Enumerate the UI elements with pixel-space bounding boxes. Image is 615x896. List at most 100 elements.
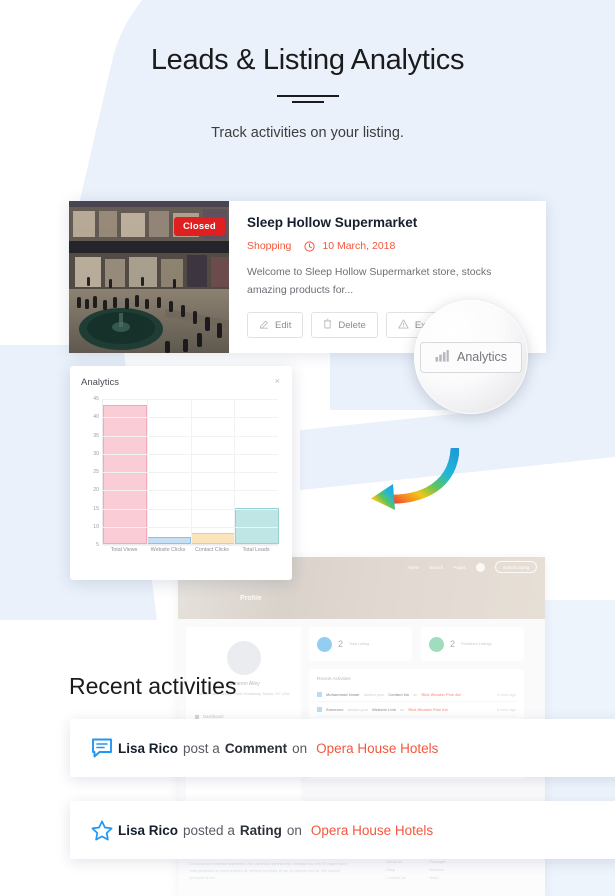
chart-vertical-gridline xyxy=(146,399,148,544)
analytics-panel-header: Analytics × xyxy=(81,377,280,389)
chart-bar[interactable] xyxy=(235,507,279,544)
close-icon[interactable]: × xyxy=(275,377,280,386)
dashboard-nav-search: Search xyxy=(429,564,444,570)
analytics-panel: Analytics × 5 10 15 20 25 30 35 40 45 Total View… xyxy=(70,366,292,580)
chart-bar[interactable] xyxy=(147,536,191,544)
chart-vertical-gridline xyxy=(190,399,192,544)
chart-x-tick: Total Views xyxy=(110,547,138,553)
dashboard-stat-number: 2 xyxy=(450,639,456,649)
chart-y-tick: 5 xyxy=(96,542,99,548)
listing-thumbnail: Closed xyxy=(69,201,229,353)
chart-x-tick: Website Clicks xyxy=(150,547,186,553)
dashboard-footer-link: › Blog xyxy=(385,868,395,872)
activity-target-link[interactable]: Opera House Hotels xyxy=(311,823,433,838)
magnifier-lens: Analytics xyxy=(414,300,528,414)
page-title: Leads & Listing Analytics xyxy=(150,44,465,76)
pencil-icon xyxy=(259,319,269,332)
chart-y-tick: 35 xyxy=(93,432,99,439)
dashboard-footer-link: › Reviews xyxy=(427,868,444,872)
activity-text: Lisa Rico posted a Rating on Opera House… xyxy=(118,823,433,838)
listing-title[interactable]: Sleep Hollow Supermarket xyxy=(247,215,530,230)
edit-button[interactable]: Edit xyxy=(247,312,304,339)
clock-icon xyxy=(304,240,315,252)
dashboard-activity-strong: Contact No xyxy=(388,691,410,697)
analytics-button[interactable]: Analytics xyxy=(419,341,523,373)
dashboard-stat-icon xyxy=(317,636,332,652)
dashboard-stat-label: Total Listing xyxy=(349,642,370,646)
dashboard-footer-link: › Packages xyxy=(427,860,446,864)
chart-x-tick: Total Leads xyxy=(242,547,270,553)
dashboard-stat-number: 2 xyxy=(338,639,344,649)
delete-button[interactable]: Delete xyxy=(311,312,378,339)
edit-button-label: Edit xyxy=(275,319,292,331)
activity-row-rating[interactable]: Lisa Rico posted a Rating on Opera House… xyxy=(70,801,615,859)
chart-vertical-gridline xyxy=(234,399,236,544)
dashboard-activity-time: 4 mins ago xyxy=(496,691,516,697)
analytics-button-label: Analytics xyxy=(456,350,508,364)
dashboard-activity-strong: Website Link xyxy=(372,706,396,712)
analytics-panel-title: Analytics xyxy=(81,377,120,388)
dashboard-activity-user: Muhammad Umair xyxy=(326,691,360,697)
dashboard-avatar xyxy=(226,641,261,675)
chart-y-tick: 25 xyxy=(93,469,99,475)
dashboard-stat-card: 2 Published Listings xyxy=(421,627,524,661)
trash-icon xyxy=(323,318,332,332)
dashboard-activity-time: 6 mins ago xyxy=(496,706,516,712)
chart-gridline xyxy=(103,545,278,546)
dashboard-activity-link: Rick Wonder Fine Art xyxy=(421,691,461,697)
chart-y-axis: 5 10 15 20 25 30 35 40 45 xyxy=(81,396,101,548)
dashboard-activity-mid: on xyxy=(413,691,418,697)
dashboard-menu-icon xyxy=(195,714,199,719)
dashboard-footer-link: › Store xyxy=(427,876,439,880)
bar-chart-icon xyxy=(435,349,449,365)
dashboard-footer-link: › Contact Us xyxy=(385,876,406,880)
dashboard-activity-row: Someone clicked your Website Link on Rick Wo… xyxy=(317,702,516,717)
chart-y-tick: 30 xyxy=(93,450,99,457)
delete-button-label: Delete xyxy=(338,319,366,331)
chart-y-tick: 15 xyxy=(93,505,99,512)
chart-plot-area xyxy=(102,399,279,546)
dashboard-activity-action: clicked your xyxy=(347,706,369,712)
chart-x-tick: Contact Clicks xyxy=(195,547,229,553)
activity-action-pre: post a xyxy=(183,740,220,756)
activity-action-post: on xyxy=(292,740,308,756)
listing-description: Welcome to Sleep Hollow Supermarket stor… xyxy=(247,266,492,297)
dashboard-activity-row: Muhammad Umair clicked your Contact No on Ri… xyxy=(317,687,516,702)
chart-bar[interactable] xyxy=(191,533,235,544)
star-icon xyxy=(91,820,118,841)
activity-text: Lisa Rico post a Comment on Opera House … xyxy=(118,741,438,756)
curved-arrow-icon xyxy=(363,445,460,515)
dashboard-nav-avatar xyxy=(475,562,485,572)
dashboard-stat-card: 2 Total Listing xyxy=(309,627,412,661)
activity-user: Lisa Rico xyxy=(118,740,179,756)
dashboard-nav: Home Search Pages Submit Listing xyxy=(408,561,537,573)
activity-action-type: Comment xyxy=(224,740,288,756)
listing-meta: Shopping 10 March, 2018 xyxy=(247,240,530,252)
dashboard-footer-text: Cu eos probo maluisset sapientem. Nec ad… xyxy=(190,862,349,880)
chart-y-tick: 20 xyxy=(93,487,99,494)
dashboard-activity-mid: on xyxy=(400,706,405,712)
dashboard-nav-home: Home xyxy=(407,564,420,570)
page-root: Leads & Listing Analytics Track activiti… xyxy=(0,0,615,896)
chart-y-tick: 45 xyxy=(93,396,99,402)
dashboard-nav-pages: Pages xyxy=(453,564,466,570)
warning-icon xyxy=(398,319,409,332)
dashboard-stat-icon xyxy=(429,636,444,652)
activity-action-type: Rating xyxy=(239,822,282,838)
page-subtitle: Track activities on your listing. xyxy=(211,125,404,141)
activity-target-link[interactable]: Opera House Hotels xyxy=(316,741,438,756)
chart-x-axis: Total Views Website Clicks Contact Clicks T… xyxy=(102,547,278,553)
comment-icon xyxy=(91,738,118,758)
dashboard-submit-listing-button: Submit Listing xyxy=(494,561,537,573)
dashboard-activity-icon xyxy=(317,691,322,697)
activity-row-comment[interactable]: Lisa Rico post a Comment on Opera House … xyxy=(70,719,615,777)
chart-bar[interactable] xyxy=(103,405,147,544)
listing-category[interactable]: Shopping xyxy=(247,240,291,252)
activity-action-pre: posted a xyxy=(183,822,235,838)
dashboard-stats: 2 Total Listing 2 Published Listings xyxy=(309,627,524,661)
dashboard-activity-user: Someone xyxy=(326,706,344,712)
dashboard-activity-icon xyxy=(317,706,322,712)
page-header: Leads & Listing Analytics Track activiti… xyxy=(0,44,615,141)
dashboard-profile-label: Profile xyxy=(240,595,262,602)
dashboard-recent-title: Recent Activities xyxy=(317,676,351,681)
